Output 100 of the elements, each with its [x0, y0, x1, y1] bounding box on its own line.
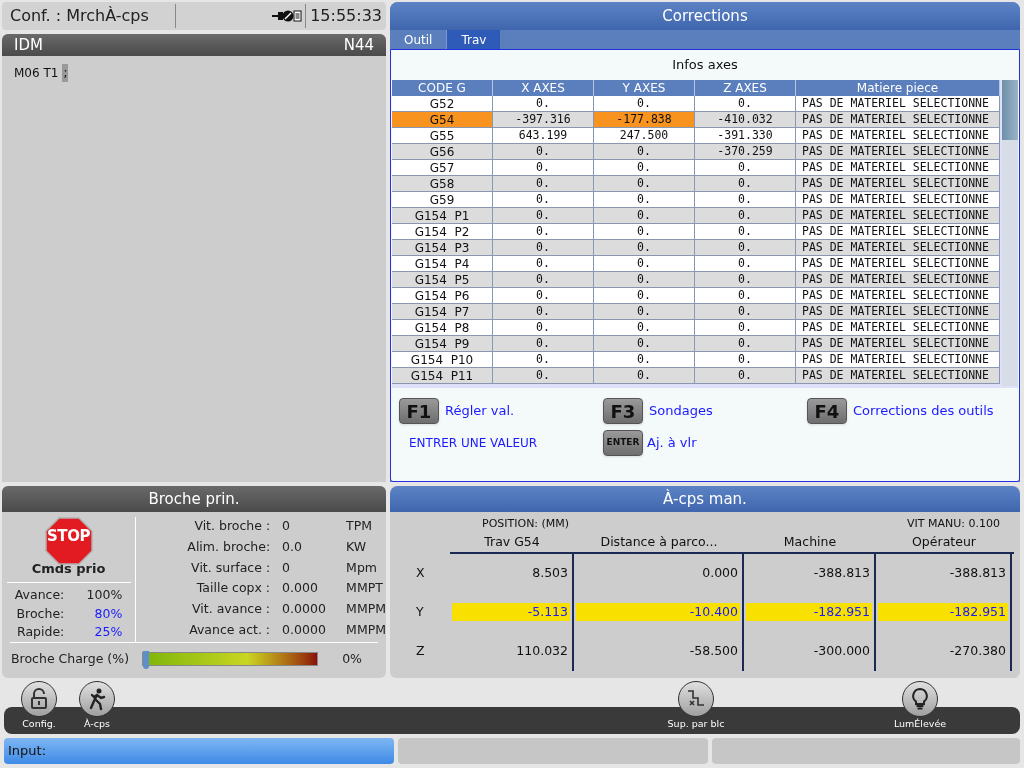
table-cell: PAS DE MATERIEL SELECTIONNE	[796, 96, 1000, 112]
table-cell: -177.838	[594, 112, 695, 128]
hint-text: ENTRER UNE VALEUR	[408, 435, 539, 452]
override-value: 80%	[93, 604, 123, 623]
key-button[interactable]: F3	[603, 398, 643, 424]
table-cell: PAS DE MATERIEL SELECTIONNE	[796, 112, 1000, 128]
table-cell: 0.	[594, 288, 695, 304]
table-cell: 0.	[493, 288, 594, 304]
table-cell: 0.	[493, 304, 594, 320]
table-cell: 0.	[695, 272, 796, 288]
table-cell: PAS DE MATERIEL SELECTIONNE	[796, 336, 1000, 352]
line-number: N44	[343, 34, 374, 56]
toolbar-button[interactable]: LumÉlevée	[885, 681, 955, 732]
table-cell: -370.259	[695, 144, 796, 160]
reading-value: 0.000	[282, 579, 319, 598]
table-cell: 0.	[594, 368, 695, 384]
key-button[interactable]: ENTER	[603, 430, 643, 456]
table-cell: 0.	[594, 144, 695, 160]
table-cell: 0.	[695, 304, 796, 320]
column-header: Matiere piece	[796, 80, 1000, 96]
reading-label: Vit. surface :	[190, 558, 272, 577]
reading-value: 0.0	[282, 537, 303, 556]
table-cell: 0.	[594, 176, 695, 192]
reading-unit: MMPT	[346, 579, 384, 598]
table-cell: G54	[392, 112, 493, 128]
table-cell: 0.	[695, 160, 796, 176]
table-cell: 0.	[695, 288, 796, 304]
table-cell: 0.	[493, 176, 594, 192]
usb-memory-icon	[272, 9, 303, 23]
axis-position: 0.000	[701, 563, 739, 582]
panel-title: Broche prin.	[2, 486, 386, 512]
table-cell: 0.	[695, 224, 796, 240]
program-code-line: M06 T1	[14, 65, 59, 82]
table-cell: PAS DE MATERIEL SELECTIONNE	[796, 288, 1000, 304]
toolbar-button[interactable]: Sup. par blc	[661, 681, 731, 732]
key-button[interactable]: F4	[807, 398, 847, 424]
table-cell: 0.	[493, 224, 594, 240]
reading-label: Avance act. :	[188, 621, 272, 640]
reading-value: 0.0000	[282, 621, 327, 640]
tab[interactable]: Trav	[447, 30, 501, 49]
table-cell: PAS DE MATERIEL SELECTIONNE	[796, 144, 1000, 160]
table-cell: 0.	[695, 192, 796, 208]
axis-position: -182.951	[746, 602, 872, 622]
reading-unit: TPM	[346, 517, 374, 535]
axis-label: Y	[415, 602, 425, 621]
table-cell: 0.	[493, 368, 594, 384]
table-cell: G154 P3	[392, 240, 493, 256]
table-cell: G55	[392, 128, 493, 144]
axis-position: 110.032	[515, 641, 569, 660]
table-cell: -410.032	[695, 112, 796, 128]
input-field[interactable]: Input:	[4, 738, 394, 764]
axis-position: -5.113	[452, 602, 570, 622]
table-cell: 0.	[695, 240, 796, 256]
key-button[interactable]: F1	[399, 398, 439, 424]
table-cell: PAS DE MATERIEL SELECTIONNE	[796, 176, 1000, 192]
load-reading: 0%	[342, 650, 363, 668]
table-cell: G154 P11	[392, 368, 493, 384]
reading-value: 0	[282, 558, 292, 577]
override-value: 25%	[93, 623, 123, 642]
panel-title: IDM	[14, 34, 43, 56]
key-label: Régler val.	[445, 402, 515, 421]
table-cell: PAS DE MATERIEL SELECTIONNE	[796, 320, 1000, 336]
panel-title: Corrections	[390, 2, 1020, 30]
override-label: Avance:	[14, 585, 65, 604]
axis-label: Z	[415, 641, 426, 660]
table-cell: 0.	[695, 336, 796, 352]
section-label: Cmds prio	[6, 559, 131, 583]
column-header: CODE G	[392, 80, 493, 96]
column-header: Distance à parco...	[599, 532, 719, 551]
table-cell: 0.	[695, 368, 796, 384]
table-cell: 0.	[493, 320, 594, 336]
table-cell: 0.	[493, 96, 594, 112]
table-cell: 0.	[594, 224, 695, 240]
reading-unit: Mpm	[346, 558, 378, 577]
column-header: Trav G54	[483, 532, 541, 551]
scrollbar[interactable]	[1002, 80, 1018, 386]
table-cell: PAS DE MATERIEL SELECTIONNE	[796, 272, 1000, 288]
octagon-icon	[44, 517, 93, 565]
axis-position: -58.500	[688, 641, 739, 660]
table-cell: G154 P1	[392, 208, 493, 224]
table-cell: 0.	[695, 208, 796, 224]
jog-speed: VIT MANU: 0.100	[907, 516, 1000, 532]
table-cell: G154 P5	[392, 272, 493, 288]
table-cell: PAS DE MATERIEL SELECTIONNE	[796, 368, 1000, 384]
table-cell: G154 P4	[392, 256, 493, 272]
table-cell: 0.	[594, 256, 695, 272]
table-cell: 0.	[493, 160, 594, 176]
table-cell: 0.	[594, 96, 695, 112]
table-cell: PAS DE MATERIEL SELECTIONNE	[796, 192, 1000, 208]
table-cell: 0.	[493, 352, 594, 368]
reading-label: Vit. broche :	[193, 517, 272, 535]
reading-unit: MMPM	[346, 621, 386, 640]
key-label: Aj. à vlr	[647, 434, 697, 453]
table-cell: -397.316	[493, 112, 594, 128]
table-cell: PAS DE MATERIEL SELECTIONNE	[796, 304, 1000, 320]
column-header: Y AXES	[594, 80, 695, 96]
table-cell: 0.	[695, 96, 796, 112]
table-cell: G154 P9	[392, 336, 493, 352]
axis-position: -182.951	[878, 602, 1008, 622]
reading-unit: MMPM	[346, 600, 386, 619]
